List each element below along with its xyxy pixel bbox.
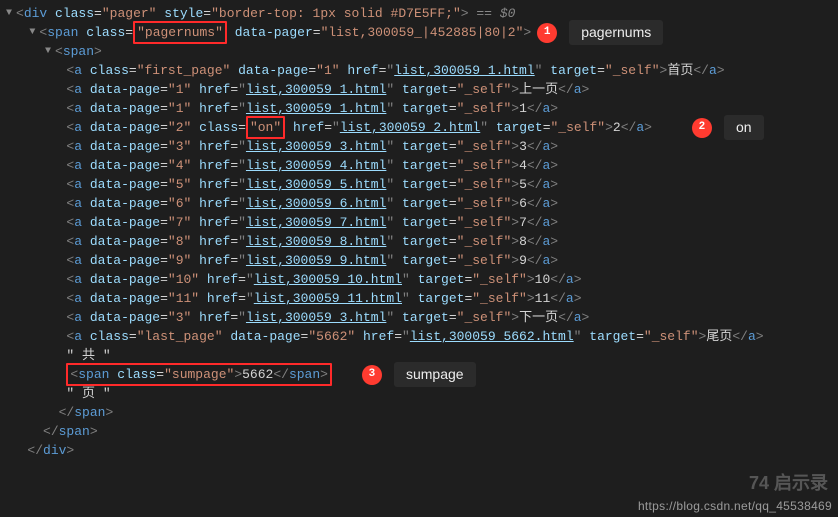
code-line[interactable]: <a data-page="1" href="list,300059_1.htm…	[4, 99, 838, 118]
href-link[interactable]: list,300059_1.html	[246, 80, 386, 99]
site-logo: 74 启示录	[749, 469, 828, 495]
anchor-text: 3	[519, 137, 527, 156]
code-line[interactable]: <span class="sumpage">5662</span> 3 sumpag…	[4, 365, 838, 384]
expand-icon[interactable]	[43, 42, 53, 61]
tag-div: div	[24, 4, 47, 23]
href-link[interactable]: list,300059_10.html	[254, 270, 402, 289]
href-link[interactable]: list,300059_5.html	[246, 175, 386, 194]
code-line[interactable]: </span>	[4, 422, 838, 441]
code-line[interactable]: <span>	[4, 42, 838, 61]
code-line[interactable]: <div class="pager" style="border-top: 1p…	[4, 4, 838, 23]
highlight-box: "pagernums"	[133, 21, 227, 44]
selected-node-indicator: == $0	[469, 4, 516, 23]
code-line[interactable]: <a data-page="1" href="list,300059_1.htm…	[4, 80, 838, 99]
href-link[interactable]: list,300059_2.html	[340, 118, 480, 137]
sumpage-value: 5662	[242, 367, 273, 382]
code-line[interactable]: <span class="pagernums" data-pager="list…	[4, 23, 838, 42]
callout-badge-2: 2	[692, 118, 712, 138]
code-line[interactable]: <a class="last_page" data-page="5662" hr…	[4, 327, 838, 346]
anchor-text: 上一页	[519, 80, 558, 99]
callout-badge-1: 1	[537, 23, 557, 43]
href-link[interactable]: list,300059_7.html	[246, 213, 386, 232]
href-link[interactable]: list,300059_3.html	[246, 137, 386, 156]
code-line[interactable]: <a data-page="10" href="list,300059_10.h…	[4, 270, 838, 289]
code-line[interactable]: <a data-page="9" href="list,300059_9.htm…	[4, 251, 838, 270]
code-line[interactable]: </span>	[4, 403, 838, 422]
href-link[interactable]: list,300059_6.html	[246, 194, 386, 213]
anchor-text: 7	[519, 213, 527, 232]
href-link[interactable]: list,300059_4.html	[246, 156, 386, 175]
code-line[interactable]: <a data-page="4" href="list,300059_4.htm…	[4, 156, 838, 175]
href-link[interactable]: list,300059_1.html	[394, 61, 534, 80]
callout-label-2: on	[724, 115, 764, 140]
anchor-text: 下一页	[519, 308, 558, 327]
code-line[interactable]: <a data-page="3" href="list,300059_3.htm…	[4, 137, 838, 156]
code-line[interactable]: <a class="first_page" data-page="1" href…	[4, 61, 838, 80]
code-line[interactable]: <a data-page="6" href="list,300059_6.htm…	[4, 194, 838, 213]
anchor-text: 首页	[667, 61, 693, 80]
href-link[interactable]: list,300059_5662.html	[410, 327, 574, 346]
expand-icon[interactable]	[27, 23, 37, 42]
anchor-text: 6	[519, 194, 527, 213]
total-suffix-text: " 页 "	[66, 384, 110, 403]
code-line[interactable]: <a data-page="11" href="list,300059_11.h…	[4, 289, 838, 308]
anchor-text: 10	[535, 270, 551, 289]
code-line[interactable]: <a data-page="5" href="list,300059_5.htm…	[4, 175, 838, 194]
code-line[interactable]: <a data-page="8" href="list,300059_8.htm…	[4, 232, 838, 251]
href-link[interactable]: list,300059_9.html	[246, 251, 386, 270]
anchor-text: 8	[519, 232, 527, 251]
highlight-box: <span class="sumpage">5662</span>	[66, 363, 332, 386]
anchor-text: 4	[519, 156, 527, 175]
anchor-text: 尾页	[706, 327, 732, 346]
callout-label-3: sumpage	[394, 362, 476, 387]
expand-icon[interactable]	[4, 4, 14, 23]
code-line[interactable]: </div>	[4, 441, 838, 460]
anchor-text: 2	[613, 118, 621, 137]
anchor-text: 9	[519, 251, 527, 270]
code-line[interactable]: <a data-page="3" href="list,300059_3.htm…	[4, 308, 838, 327]
href-link[interactable]: list,300059_3.html	[246, 308, 386, 327]
watermark-url: https://blog.csdn.net/qq_45538469	[638, 499, 832, 513]
code-line[interactable]: <a data-page="7" href="list,300059_7.htm…	[4, 213, 838, 232]
anchor-text: 1	[519, 99, 527, 118]
href-link[interactable]: list,300059_11.html	[254, 289, 402, 308]
highlight-box: "on"	[246, 116, 285, 139]
callout-badge-3: 3	[362, 365, 382, 385]
callout-label-1: pagernums	[569, 20, 663, 45]
anchor-text: 5	[519, 175, 527, 194]
code-line[interactable]: <a data-page="2" class="on" href="list,3…	[4, 118, 838, 137]
anchor-text: 11	[535, 289, 551, 308]
href-link[interactable]: list,300059_8.html	[246, 232, 386, 251]
